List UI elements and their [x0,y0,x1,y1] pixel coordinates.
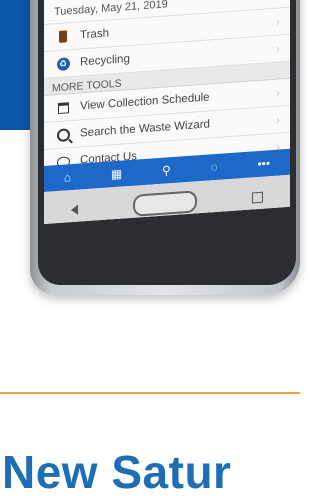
app-screen: Tuesday, May 21, 2019 Trash › ♻ Recyclin… [44,0,290,224]
waste-wizard-label: Search the Waste Wizard [80,118,210,140]
tab-search-icon[interactable]: ⚲ [162,163,171,178]
tab-calendar-icon[interactable]: ▦ [111,167,122,182]
orange-divider [0,392,300,394]
phone-device: Tuesday, May 21, 2019 Trash › ♻ Recyclin… [30,0,300,295]
chevron-right-icon: › [276,14,280,29]
recent-apps-icon[interactable] [251,191,263,203]
back-icon[interactable] [71,204,79,216]
tab-chat-icon[interactable]: ◌ [211,160,218,174]
chevron-right-icon: › [276,85,280,100]
trash-label: Trash [80,27,109,42]
chevron-right-icon: › [276,112,280,127]
recycle-icon: ♻ [54,56,72,71]
calendar-icon [54,101,72,114]
home-button[interactable] [132,190,197,217]
tab-home-icon[interactable]: ⌂ [64,170,71,185]
phone-bezel: Tuesday, May 21, 2019 Trash › ♻ Recyclin… [38,0,296,285]
chevron-right-icon: › [276,41,280,56]
headline-text: New Satur [2,446,232,498]
view-schedule-label: View Collection Schedule [80,91,210,113]
search-icon [54,127,72,142]
trash-icon [54,30,72,43]
tab-more-icon[interactable]: ••• [257,156,270,171]
recycling-label: Recycling [80,52,130,69]
